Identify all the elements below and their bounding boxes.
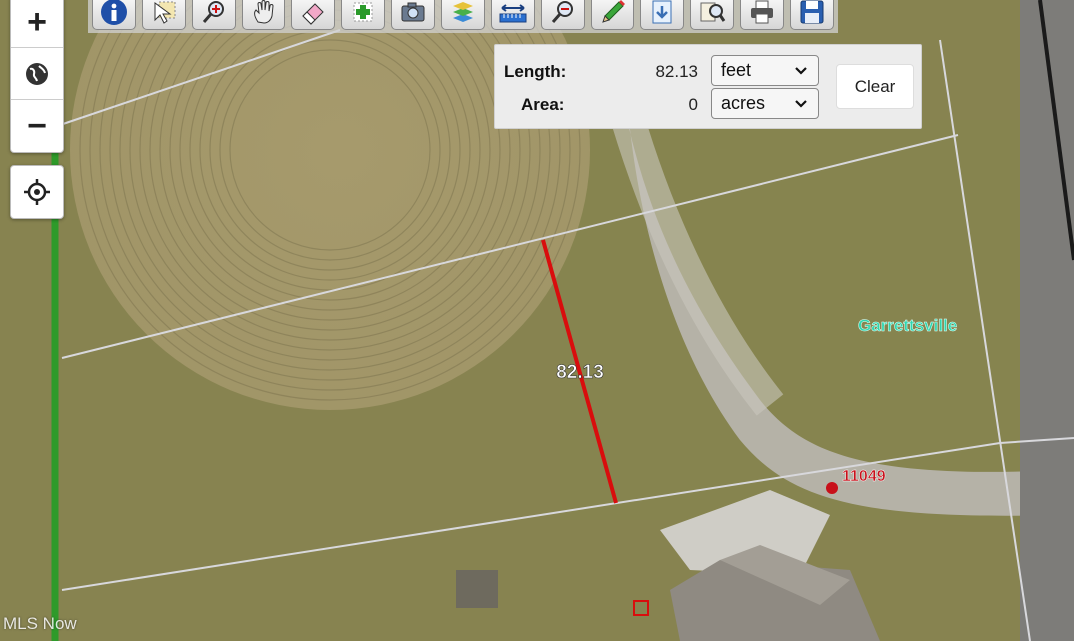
measure-tool-button[interactable] — [490, 0, 535, 30]
save-tool-button[interactable] — [790, 0, 834, 30]
print-tool-button[interactable] — [740, 0, 785, 30]
select-icon — [154, 1, 176, 24]
camera-icon — [401, 2, 425, 22]
watermark: MLS Now — [3, 614, 77, 633]
export-icon — [652, 0, 672, 24]
zoom-controls: + − — [10, 0, 64, 153]
length-unit-value: feet — [721, 60, 752, 80]
zoom-in-tool-button[interactable] — [191, 0, 236, 30]
length-unit-select[interactable]: feet — [711, 55, 819, 86]
zoom-out-tool-icon — [551, 1, 573, 23]
select-tool-button[interactable] — [141, 0, 186, 30]
measurement-label: 82.13 — [556, 362, 604, 383]
save-icon — [800, 0, 824, 24]
export-tool-button[interactable] — [640, 0, 685, 30]
measure-panel: Length: 82.13 feet Area: 0 acres Clear — [494, 44, 922, 129]
locate-button[interactable] — [11, 166, 63, 218]
pan-hand-icon — [253, 0, 274, 24]
town-label: Garrettsville — [858, 316, 957, 335]
length-label: Length: — [504, 62, 567, 81]
area-value: 0 — [688, 95, 698, 114]
area-unit-value: acres — [721, 93, 766, 113]
pencil-icon — [601, 0, 625, 23]
zoom-in-tool-icon — [202, 1, 224, 23]
chevron-down-icon — [795, 100, 807, 108]
layers-tool-button[interactable] — [441, 0, 485, 30]
print-icon — [751, 0, 774, 24]
draw-tool-button[interactable] — [590, 0, 635, 30]
zoom-out-button[interactable]: − — [11, 100, 63, 152]
clear-button[interactable]: Clear — [836, 64, 914, 109]
identify-tool-button[interactable] — [690, 0, 735, 30]
area-label: Area: — [521, 95, 565, 114]
info-tool-button[interactable] — [92, 0, 136, 30]
parcel-label: 11049 — [842, 468, 886, 485]
length-value: 82.13 — [655, 62, 698, 81]
globe-button[interactable] — [11, 48, 63, 100]
add-tool-button[interactable] — [341, 0, 386, 30]
globe-icon — [26, 62, 48, 85]
plus-icon: + — [27, 2, 47, 41]
zoom-out-tool-button[interactable] — [540, 0, 585, 30]
layers-icon — [452, 2, 473, 22]
erase-tool-button[interactable] — [291, 0, 336, 30]
parcel-marker-icon[interactable] — [826, 482, 838, 494]
pan-tool-button[interactable] — [241, 0, 286, 30]
eraser-icon — [302, 3, 325, 25]
identify-icon — [700, 2, 726, 22]
locate-control — [10, 165, 64, 219]
zoom-in-button[interactable]: + — [11, 0, 63, 48]
chevron-down-icon — [795, 67, 807, 75]
crosshair-icon — [24, 179, 50, 205]
add-layer-icon — [353, 2, 373, 22]
measure-icon — [499, 4, 527, 23]
area-unit-select[interactable]: acres — [711, 88, 819, 119]
map-toolbar — [88, 0, 838, 33]
camera-tool-button[interactable] — [391, 0, 436, 30]
info-icon — [100, 0, 127, 25]
minus-icon: − — [27, 107, 47, 145]
